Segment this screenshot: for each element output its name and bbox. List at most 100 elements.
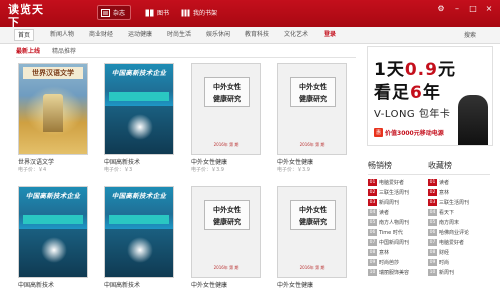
ranking-item[interactable]: 10 瑞丽服饰美容 [368, 267, 430, 277]
ranking-item[interactable]: 06 Time 时代 [368, 227, 430, 237]
cover-title-line1: 中外女性 [299, 83, 327, 91]
ranking-item[interactable]: 08 意林 [368, 247, 430, 257]
ranking-item[interactable]: 03 新闻周刊 [368, 197, 430, 207]
ranking-item[interactable]: 10 新周刊 [428, 267, 490, 277]
book-cover[interactable]: 中外女性 健康研究 2016年 第 期 [191, 186, 261, 278]
book-cover[interactable]: 中外女性 健康研究 2016年 第 期 [277, 186, 347, 278]
ranking-item[interactable]: 07 电脑爱好者 [428, 237, 490, 247]
ranking-item[interactable]: 01 电脑爱好者 [368, 177, 430, 187]
ranking-item[interactable]: 04 读者 [368, 207, 430, 217]
ranking-item[interactable]: 09 时尚 [428, 257, 490, 267]
book-card[interactable]: 中外女性 健康研究 2016年 第 期 中外女性健康 [191, 186, 261, 290]
book-title[interactable]: 中国高新技术 [18, 282, 88, 290]
book-price: 电子价：￥4 [18, 167, 47, 173]
cover-spark [41, 237, 67, 263]
nav-books[interactable]: 图书 [145, 5, 169, 20]
book-cover[interactable]: 中国高新技术企业 [104, 63, 174, 155]
banner-brand: V-LONG 包年卡 [374, 109, 451, 120]
minimize-icon[interactable]: – [452, 4, 462, 14]
category-sports[interactable]: 运动健康 [125, 29, 155, 41]
cover-issue: 2016年 第 期 [213, 265, 239, 270]
cover-title-line1: 中外女性 [299, 206, 327, 214]
ranking-item[interactable]: 02 三联生活周刊 [368, 187, 430, 197]
book-cover[interactable]: 中国高新技术企业 [104, 186, 174, 278]
ranking-item[interactable]: 03 三联生活周刊 [428, 197, 490, 207]
rank-number: 01 [428, 178, 437, 186]
book-card[interactable]: 中外女性 健康研究 2016年 第 期 中外女性健康 [277, 186, 347, 290]
book-title[interactable]: 中外女性健康 [191, 282, 261, 290]
book-card[interactable]: 中外女性 健康研究 2016年 第 期 中外女性健康 电子价：￥3.9 [277, 63, 347, 174]
ranking-item-label: 读者 [439, 179, 450, 186]
book-price: 电子价：￥3 [104, 167, 133, 173]
book-cover[interactable]: 世界汉语文学 [18, 63, 88, 155]
book-card[interactable]: 世界汉语文学 世界汉语文学 电子价：￥4 [18, 63, 88, 174]
tab-new[interactable]: 最新上线 [16, 46, 40, 56]
category-finance[interactable]: 商业财经 [86, 29, 116, 41]
ranking-item[interactable]: 05 南方周末 [428, 217, 490, 227]
book-title[interactable]: 中外女性健康 [191, 159, 261, 167]
banner-text: 1天 [374, 60, 405, 80]
rank-number: 02 [368, 188, 377, 196]
category-culture[interactable]: 文化艺术 [281, 29, 311, 41]
banner-text: 元 [437, 60, 456, 80]
ranking-item-label: 三联生活周刊 [379, 189, 410, 196]
ranking-item-label: 读者 [379, 209, 390, 216]
book-cover[interactable]: 中外女性 健康研究 2016年 第 期 [191, 63, 261, 155]
ranking-item[interactable]: 09 时尚芭莎 [368, 257, 430, 267]
close-icon[interactable]: × [484, 4, 494, 14]
banner-headline-1: 1天0.9元 [374, 55, 456, 80]
promo-banner[interactable]: 1天0.9元 看足6年 V-LONG 包年卡 惠 价值3000元移动电源 [367, 46, 493, 146]
category-fashion[interactable]: 时尚生活 [164, 29, 194, 41]
book-card[interactable]: 中外女性 健康研究 2016年 第 期 中外女性健康 电子价：￥3.9 [191, 63, 261, 174]
settings-icon[interactable]: ⚙ [436, 4, 446, 14]
book-title[interactable]: 世界汉语文学 [18, 159, 88, 167]
book-cover[interactable]: 中国高新技术企业 [18, 186, 88, 278]
ranking-item[interactable]: 06 哈佛商业评论 [428, 227, 490, 237]
cover-title-box: 中外女性 健康研究 [290, 77, 336, 107]
title-bar: 读览天下 www.dooland.com 杂志 图书 我的书架 ⚙ – □ × [0, 0, 500, 34]
cover-title-line2: 健康研究 [213, 218, 241, 226]
cover-masthead: 中国高新技术企业 [111, 192, 167, 200]
ranking-item-label: 南方周末 [439, 219, 460, 226]
login-link[interactable]: 登录 [321, 29, 339, 41]
book-title[interactable]: 中国高新技术 [104, 159, 174, 167]
ranking-item[interactable]: 07 中国新闻周刊 [368, 237, 430, 247]
cover-pillar [43, 94, 63, 132]
cover-title-line2: 健康研究 [299, 95, 327, 103]
ranking-header: 畅销榜 [368, 160, 430, 175]
ranking-item[interactable]: 02 意林 [428, 187, 490, 197]
rank-number: 01 [368, 178, 377, 186]
rank-number: 06 [428, 228, 437, 236]
ranking-item-label: 财经 [439, 249, 450, 256]
cover-spark [127, 237, 153, 263]
app-logo: 读览天下 www.dooland.com [8, 3, 52, 34]
book-title[interactable]: 中国高新技术 [104, 282, 174, 290]
nav-magazine[interactable]: 杂志 [97, 5, 132, 20]
tab-featured[interactable]: 精品推荐 [52, 46, 76, 56]
search-link[interactable]: 搜索 [464, 30, 476, 39]
category-people[interactable]: 新闻人物 [47, 29, 77, 41]
banner-number: 6 [410, 83, 423, 103]
book-card[interactable]: 中国高新技术企业 中国高新技术 [18, 186, 88, 290]
book-title[interactable]: 中外女性健康 [277, 282, 347, 290]
book-title[interactable]: 中外女性健康 [277, 159, 347, 167]
category-education[interactable]: 教育科技 [242, 29, 272, 41]
ranking-item[interactable]: 01 读者 [428, 177, 490, 187]
category-home[interactable]: 首页 [14, 29, 35, 41]
ranking-item-label: 意林 [439, 189, 450, 196]
rank-number: 08 [428, 248, 437, 256]
book-cover[interactable]: 中外女性 健康研究 2016年 第 期 [277, 63, 347, 155]
book-card[interactable]: 中国高新技术企业 中国高新技术 [104, 186, 174, 290]
ranking-item[interactable]: 04 看天下 [428, 207, 490, 217]
rank-number: 10 [368, 268, 377, 276]
logo-text: 读览天下 [8, 3, 44, 29]
banner-text: 年 [422, 83, 441, 103]
rank-number: 05 [428, 218, 437, 226]
ranking-item[interactable]: 05 南方人物周刊 [368, 217, 430, 227]
ranking-item[interactable]: 08 财经 [428, 247, 490, 257]
category-entertainment[interactable]: 娱乐休闲 [203, 29, 233, 41]
nav-bookshelf[interactable]: 我的书架 [181, 5, 217, 20]
book-card[interactable]: 中国高新技术企业 中国高新技术 电子价：￥3 [104, 63, 174, 174]
ranking-item-label: Time 时代 [379, 229, 403, 236]
maximize-icon[interactable]: □ [468, 4, 478, 14]
